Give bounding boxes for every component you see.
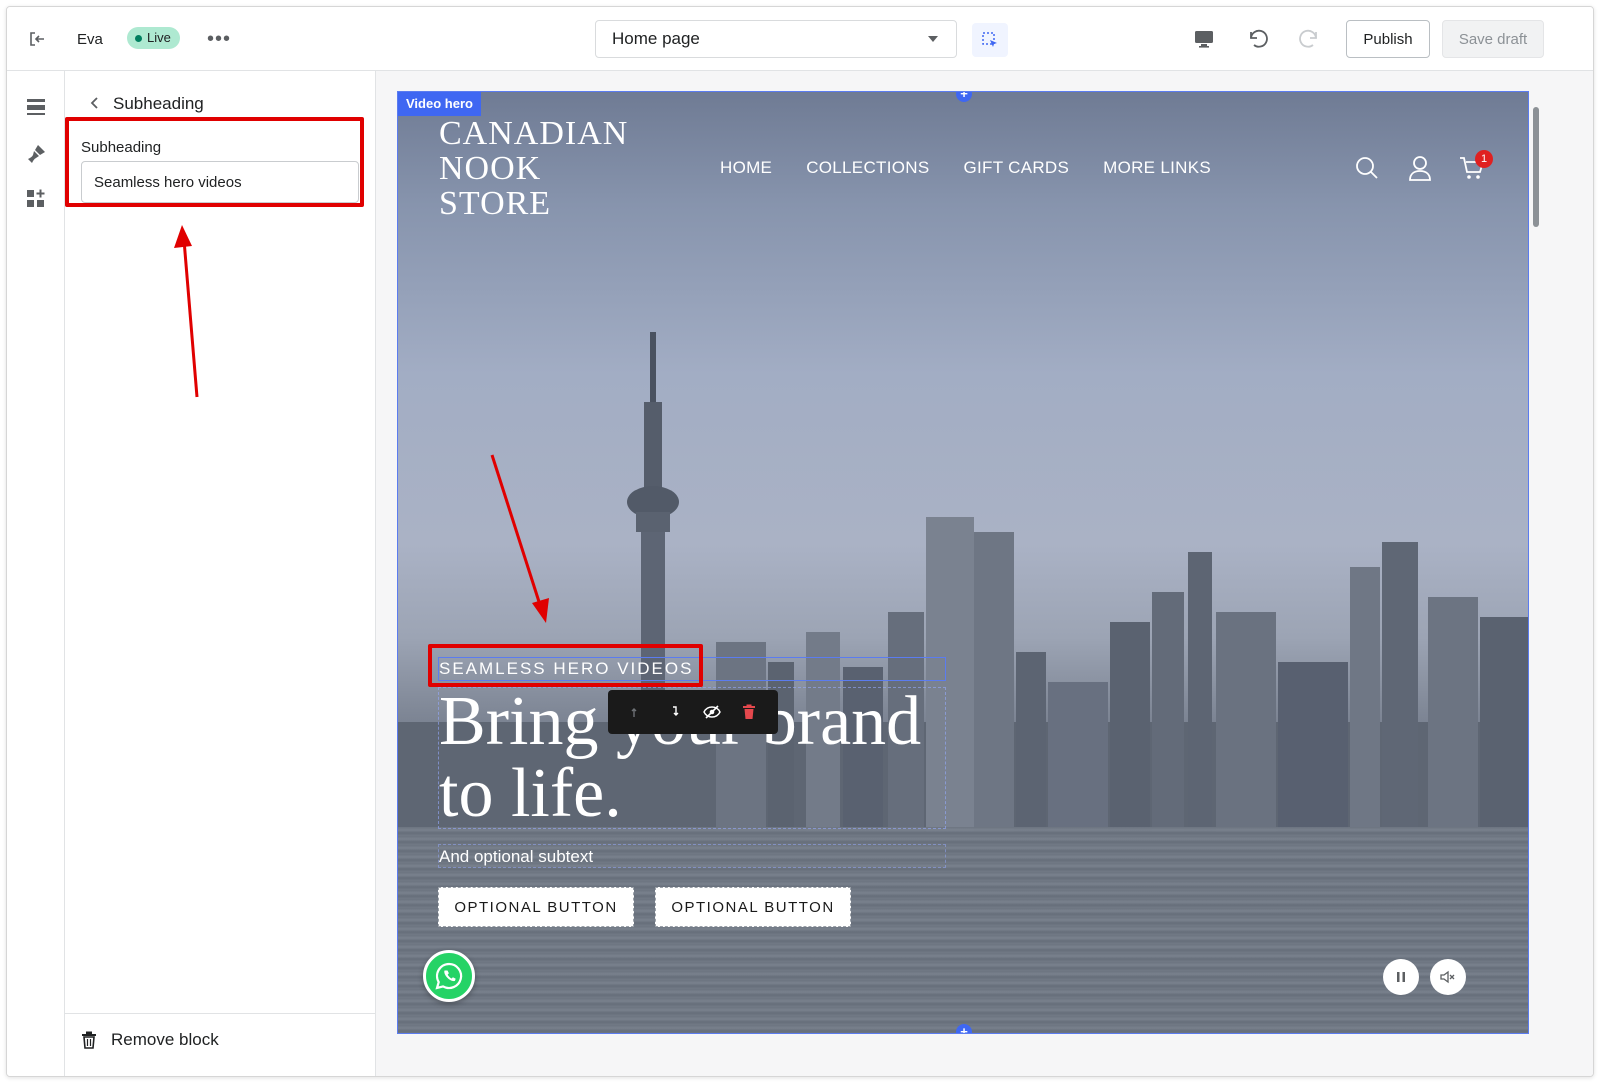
main-navigation: HOME COLLECTIONS GIFT CARDS MORE LINKS: [720, 158, 1211, 178]
desktop-icon[interactable]: [1189, 25, 1219, 53]
user-icon[interactable]: [1406, 154, 1434, 182]
add-section-above-icon[interactable]: +: [956, 92, 972, 102]
store-logo[interactable]: CANADIAN NOOK STORE: [439, 116, 628, 221]
mute-icon[interactable]: [1430, 959, 1466, 995]
video-hero-section[interactable]: Video hero + CANADIAN NOOK STORE HOME CO…: [397, 91, 1529, 1034]
cart-count-badge: 1: [1475, 150, 1493, 168]
hide-icon[interactable]: [698, 698, 726, 726]
nav-collections[interactable]: COLLECTIONS: [806, 158, 929, 178]
add-section-below-icon[interactable]: +: [956, 1024, 972, 1033]
status-badge-label: Live: [147, 30, 171, 45]
nav-more-links[interactable]: MORE LINKS: [1103, 158, 1211, 178]
sections-icon[interactable]: [22, 93, 50, 121]
search-icon[interactable]: [1353, 154, 1381, 182]
nav-home[interactable]: HOME: [720, 158, 772, 178]
live-dot: [135, 34, 142, 42]
whatsapp-icon[interactable]: [423, 950, 475, 1002]
chevron-down-icon: [928, 36, 938, 42]
optional-button-1[interactable]: OPTIONAL BUTTON: [438, 887, 634, 927]
page-selector-label: Home page: [612, 29, 700, 48]
block-settings-panel: Subheading Subheading Remove block: [65, 71, 376, 1076]
apps-icon[interactable]: [22, 185, 50, 213]
chevron-left-icon[interactable]: [81, 89, 109, 117]
panel-header: Subheading: [65, 85, 375, 121]
remove-block-label: Remove block: [111, 1030, 219, 1049]
subheading-field-label: Subheading: [81, 139, 162, 156]
page-selector[interactable]: Home page: [595, 20, 957, 58]
more-actions-button[interactable]: •••: [205, 25, 233, 53]
move-up-icon[interactable]: [623, 698, 651, 726]
publish-button[interactable]: Publish: [1346, 20, 1430, 58]
block-toolbar: [608, 690, 778, 734]
optional-button-2[interactable]: OPTIONAL BUTTON: [655, 887, 851, 927]
undo-icon[interactable]: [1243, 25, 1273, 53]
preview-scrollbar[interactable]: [1531, 93, 1541, 1033]
hero-subtext[interactable]: And optional subtext: [439, 847, 593, 867]
theme-name: Eva: [77, 31, 103, 48]
left-rail: [7, 71, 65, 1076]
status-badge: Live: [127, 27, 180, 49]
section-tag: Video hero: [398, 92, 481, 116]
save-draft-button[interactable]: Save draft: [1442, 20, 1544, 58]
delete-icon[interactable]: [735, 698, 763, 726]
panel-footer: Remove block: [65, 1013, 375, 1076]
paintbrush-icon[interactable]: [22, 140, 50, 168]
move-down-icon[interactable]: [660, 698, 688, 726]
hero-subheading[interactable]: SEAMLESS HERO VIDEOS: [439, 659, 693, 679]
exit-icon[interactable]: [23, 25, 51, 53]
editor-window: Eva Live ••• Home page Publish Save draf…: [6, 6, 1594, 1077]
redo-icon[interactable]: [1294, 25, 1324, 53]
pause-icon[interactable]: [1383, 959, 1419, 995]
nav-gift-cards[interactable]: GIFT CARDS: [963, 158, 1069, 178]
top-bar: Eva Live ••• Home page Publish Save draf…: [7, 7, 1593, 71]
scroll-thumb[interactable]: [1533, 107, 1539, 227]
panel-title: Subheading: [113, 94, 204, 113]
subheading-input[interactable]: [81, 161, 359, 203]
trash-icon: [82, 1031, 96, 1049]
remove-block-button[interactable]: Remove block: [81, 1030, 219, 1050]
inspector-icon[interactable]: [972, 23, 1008, 57]
